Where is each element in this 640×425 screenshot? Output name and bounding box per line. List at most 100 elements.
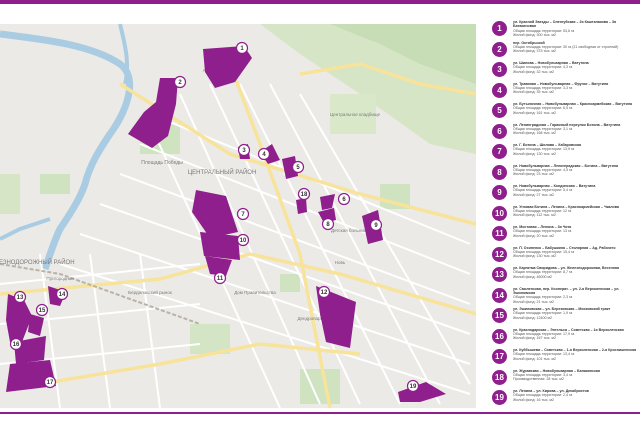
legend-badge: 2 xyxy=(492,41,507,57)
map-canvas[interactable]: ЦЕНТРАЛЬНЫЙ РАЙОН ЖЕЛЕЗНОДОРОЖНЫЙ РАЙОН … xyxy=(0,24,476,408)
legend-badge: 12 xyxy=(492,246,507,262)
pin-6[interactable]: 6 xyxy=(337,192,351,206)
pin-label: 11 xyxy=(217,276,224,282)
legend-item-12[interactable]: 12 ул. П. Осипенко – Бабушкина – Столярна… xyxy=(492,246,638,266)
legend-item-5[interactable]: 5 ул. Бутылочная – Новобульварная – Красн… xyxy=(492,102,638,122)
stream xyxy=(0,217,51,241)
legend-line: Жилой фонд: 130 тыс. м2 xyxy=(513,151,556,156)
pin-8[interactable]: 8 xyxy=(321,217,335,231)
zone-legend: 1 ул. Красной Звезды – Оленгуйская – 2я К… xyxy=(492,20,638,412)
pin-9[interactable]: 9 xyxy=(369,218,383,232)
legend-item-17[interactable]: 17 ул. Куйбышева – Советская – 1-я Верхол… xyxy=(492,348,638,368)
legend-line: Жилой фонд: 130 тыс. м2 xyxy=(513,254,556,259)
pin-label: 16 xyxy=(13,342,20,348)
legend-item-16[interactable]: 16 ул. Краснодарская – Энгельса – Советск… xyxy=(492,328,638,348)
pin-14[interactable]: 14 xyxy=(55,287,69,301)
legend-line: Жилой фонд: 23 тыс. м2 xyxy=(513,172,554,177)
pin-2[interactable]: 2 xyxy=(173,75,187,89)
legend-line: Жилой фонд: 12400 м2 xyxy=(513,315,552,320)
legend-text: ул. Угловая Ботина – Ленина – Красноарме… xyxy=(513,205,638,218)
zone-18[interactable] xyxy=(296,198,307,214)
place-label-prigorodnaya: Пригородная xyxy=(46,276,74,281)
legend-title: ул. Красной Звезды – Оленгуйская – 2я Ка… xyxy=(513,20,617,29)
pin-11[interactable]: 11 xyxy=(213,271,227,285)
place-label-hospital: Детская больница xyxy=(331,228,369,233)
legend-badge: 17 xyxy=(492,349,507,364)
legend-item-19[interactable]: 19 ул. Ленина – ул. Кирова – ул. Декабрис… xyxy=(492,389,638,409)
pin-label: 12 xyxy=(321,290,328,296)
pin-12[interactable]: 12 xyxy=(317,285,331,299)
legend-item-9[interactable]: 9 ул. Новобульварная – Кондинская – Ватут… xyxy=(492,184,638,204)
legend-text: ул. Смоленская, пер. Кооперат. – ул. 2-я… xyxy=(513,287,638,305)
place-label-cemetery: Центральное кладбище xyxy=(330,112,381,117)
legend-badge: 10 xyxy=(492,205,507,221)
legend-item-10[interactable]: 10 ул. Угловая Ботина – Ленина – Красноар… xyxy=(492,205,638,225)
legend-item-8[interactable]: 8 ул. Новобульварная – Ленинградская – Бо… xyxy=(492,164,638,184)
legend-text: ул. Эшиловская – ул. Березовская – Моско… xyxy=(513,307,638,320)
legend-line: Жилой фонд: 20 тыс. м2 xyxy=(513,233,554,238)
legend-item-15[interactable]: 15 ул. Эшиловская – ул. Березовская – Мос… xyxy=(492,307,638,327)
legend-text: ул. Травяная – Новобульварная – Фрунзе –… xyxy=(513,82,638,95)
legend-item-18[interactable]: 18 ул. Журавская – Новобульварная – Балак… xyxy=(492,369,638,389)
legend-text: ул. Куйбышева – Советская – 1-я Верхолен… xyxy=(513,348,638,361)
legend-text: ул. Ленинградская – Гаражный переулок Бо… xyxy=(513,123,638,136)
pin-5[interactable]: 5 xyxy=(291,160,305,174)
legend-line: Жилой фонд: 375 тыс. м2 xyxy=(513,49,556,54)
legend-line: Жилой фонд: 161 тыс. м2 xyxy=(513,110,556,115)
legend-badge: 7 xyxy=(492,144,507,159)
place-label-government: Дом Правительства xyxy=(234,290,276,295)
legend-item-11[interactable]: 11 ул. Мостовая – Ленина – 3я Чита Общая п… xyxy=(492,225,638,245)
pin-18[interactable]: 18 xyxy=(297,187,311,201)
legend-item-2[interactable]: 2 пер. Октябрьский Общая площадь территори… xyxy=(492,41,638,61)
legend-line: Жилой фонд: 168 тыс. м2 xyxy=(513,131,556,136)
legend-badge: 6 xyxy=(492,123,507,139)
legend-line: Производственная: 28 тыс. м2 xyxy=(513,377,564,382)
river xyxy=(0,30,133,271)
zone-15[interactable] xyxy=(28,314,44,336)
place-label-dendropark: Дендропарк xyxy=(297,316,322,321)
legend-badge: 11 xyxy=(492,226,507,241)
pin-10[interactable]: 10 xyxy=(236,233,250,247)
legend-badge: 9 xyxy=(492,185,507,200)
legend-text: ул. Каргатма Свиридова – ул. Железнодоро… xyxy=(513,266,638,279)
legend-item-7[interactable]: 7 ул. Г. Ботина – Шилова – Хабаровская Общ… xyxy=(492,143,638,163)
legend-text: ул. Журавская – Новобульварная – Балакин… xyxy=(513,369,638,382)
pin-19[interactable]: 19 xyxy=(406,379,420,393)
pin-7[interactable]: 7 xyxy=(236,207,250,221)
legend-line: Жилой фонд: 112 тыс. м2 xyxy=(513,213,556,218)
pin-13[interactable]: 13 xyxy=(13,290,27,304)
legend-text: ул. Новобульварная – Ленинградская – Бот… xyxy=(513,164,638,177)
legend-line: Жилой фонд: 101 тыс. м2 xyxy=(513,356,556,361)
pin-4[interactable]: 4 xyxy=(257,147,271,161)
pin-17[interactable]: 17 xyxy=(43,375,57,389)
legend-text: ул. Краснодарская – Энгельса – Советская… xyxy=(513,328,638,341)
pin-1[interactable]: 1 xyxy=(235,41,249,55)
legend-line: Жилой фонд: 16 тыс. м2 xyxy=(513,397,554,402)
pin-label: 13 xyxy=(17,295,24,301)
park-west xyxy=(40,174,70,194)
legend-item-13[interactable]: 13 ул. Каргатма Свиридова – ул. Железнодо… xyxy=(492,266,638,286)
legend-item-14[interactable]: 14 ул. Смоленская, пер. Кооперат. – ул. 2… xyxy=(492,287,638,307)
city-map[interactable]: ЦЕНТРАЛЬНЫЙ РАЙОН ЖЕЛЕЗНОДОРОЖНЫЙ РАЙОН … xyxy=(0,24,476,408)
place-label-market: Бердаловский рынок xyxy=(128,289,172,295)
pin-label: 18 xyxy=(301,192,308,198)
legend-badge: 15 xyxy=(492,308,507,323)
legend-item-1[interactable]: 1 ул. Красной Звезды – Оленгуйская – 2я К… xyxy=(492,20,638,40)
legend-item-4[interactable]: 4 ул. Травяная – Новобульварная – Фрунзе … xyxy=(492,82,638,102)
pin-15[interactable]: 15 xyxy=(35,303,49,317)
legend-text: ул. П. Осипенко – Бабушкина – Столярная … xyxy=(513,246,638,259)
legend-badge: 4 xyxy=(492,82,507,98)
pin-label: 14 xyxy=(59,292,66,298)
legend-item-3[interactable]: 3 ул. Шилова – Новобульварная – Ватутина О… xyxy=(492,61,638,81)
zone-10[interactable] xyxy=(200,232,240,260)
pin-label: 19 xyxy=(410,384,417,390)
legend-line: Жилой фонд: 27 тыс. м2 xyxy=(513,192,554,197)
legend-line: Жилой фонд: 21 тыс. м2 xyxy=(513,299,554,304)
zone-6[interactable] xyxy=(320,194,335,210)
legend-line: Жилой фонд: 46000 м2 xyxy=(513,274,552,279)
legend-item-6[interactable]: 6 ул. Ленинградская – Гаражный переулок Б… xyxy=(492,123,638,143)
pin-3[interactable]: 3 xyxy=(237,143,251,157)
legend-line: Жилой фонд: 32 тыс. м2 xyxy=(513,69,554,74)
legend-text: ул. Мостовая – Ленина – 3я Чита Общая пло… xyxy=(513,225,638,238)
pin-16[interactable]: 16 xyxy=(9,337,23,351)
